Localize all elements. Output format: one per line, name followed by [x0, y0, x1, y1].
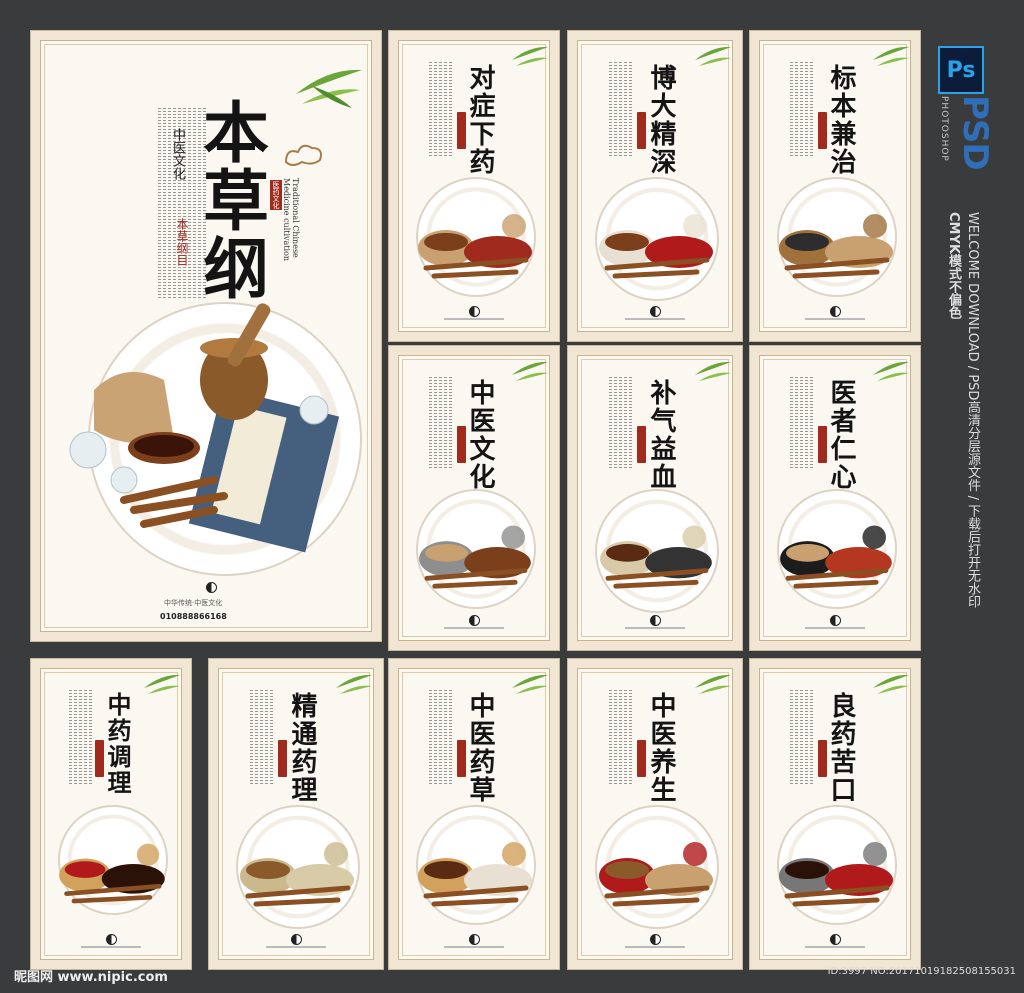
- poster-title: 医者仁心: [826, 379, 856, 491]
- poster-footer-line: [444, 946, 504, 948]
- poster-body-text: [609, 62, 632, 156]
- poster-body-text: [609, 690, 632, 784]
- poster-footer-line: [805, 318, 865, 320]
- poster-seal: [278, 740, 287, 777]
- poster-footer-line: [81, 946, 141, 948]
- bamboo-leaf-icon: [512, 46, 548, 66]
- poster-footer-line: [266, 946, 326, 948]
- bamboo-leaf-icon: [873, 361, 909, 381]
- bamboo-leaf-icon: [695, 46, 731, 66]
- main-series-label: 中医文化: [170, 128, 185, 180]
- herb-illustration: [599, 842, 713, 907]
- poster-body-text: [69, 690, 92, 784]
- poster-body-text: [250, 690, 273, 784]
- bamboo-leaf-icon: [336, 674, 372, 694]
- poster-card: 博大精深: [567, 30, 743, 342]
- poster-card: 精通药理: [208, 658, 384, 970]
- poster-body-text: [429, 62, 452, 156]
- cloud-ornament-icon: [284, 144, 322, 166]
- poster-card: 医者仁心: [749, 345, 921, 651]
- herb-illustration: [419, 525, 531, 589]
- bamboo-leaf-icon: [296, 69, 362, 108]
- bamboo-leaf-icon: [512, 361, 548, 381]
- poster-body-text: [429, 690, 452, 784]
- herb-still-life-illustration: [69, 303, 340, 553]
- yin-yang-icon: [106, 934, 117, 945]
- poster-seal: [637, 426, 646, 463]
- herb-illustration: [780, 525, 892, 589]
- poster-footer-line: [805, 946, 865, 948]
- poster-card: 中医养生: [567, 658, 743, 970]
- bamboo-leaf-icon: [695, 674, 731, 694]
- main-footer-brand: 中华传统·中医文化: [164, 599, 223, 607]
- poster-footer-line: [625, 627, 685, 629]
- yin-yang-icon: [469, 615, 480, 626]
- poster-body-text: [790, 690, 813, 784]
- yin-yang-icon: [291, 934, 302, 945]
- yin-yang-icon: [830, 615, 841, 626]
- yin-yang-icon: [469, 934, 480, 945]
- photoshop-logo-icon: Ps: [938, 46, 984, 94]
- herb-illustration: [59, 843, 165, 904]
- bamboo-leaf-icon: [695, 361, 731, 381]
- poster-card: 对症下药: [388, 30, 560, 342]
- welcome-text: WELCOME DOWNLOAD / PSD高清分层源文件 / 下载后打开无水印: [965, 212, 980, 609]
- herb-illustration: [599, 214, 713, 279]
- poster-title: 博大精深: [646, 64, 676, 176]
- poster-card: 补气益血: [567, 345, 743, 651]
- poster-body-text: [429, 377, 452, 469]
- yin-yang-icon: [469, 306, 480, 317]
- photoshop-label: PHOTOSHOP: [939, 96, 949, 162]
- poster-title: 良药苦口: [826, 692, 856, 804]
- bamboo-leaf-icon: [512, 674, 548, 694]
- main-poster: 中医文化 本草纲目 本草纲目 医药文化 Traditional Chinese …: [30, 30, 382, 642]
- poster-title: 中医养生: [646, 692, 676, 804]
- yin-yang-icon: [650, 934, 661, 945]
- yin-yang-icon: [830, 934, 841, 945]
- poster-title: 标本兼治: [826, 64, 856, 176]
- poster-card: 中药调理: [30, 658, 192, 970]
- poster-title: 补气益血: [646, 379, 676, 491]
- poster-body-text: [609, 377, 632, 469]
- poster-title: 对症下药: [465, 64, 495, 176]
- main-red-seal: 医药文化: [270, 180, 282, 210]
- image-id: ID:3997 NO:20171019182508155031: [827, 966, 1016, 977]
- yin-yang-icon: [830, 306, 841, 317]
- bamboo-leaf-icon: [873, 46, 909, 66]
- herb-illustration: [600, 525, 712, 589]
- poster-footer-line: [625, 318, 685, 320]
- poster-seal: [637, 740, 646, 777]
- cmyk-text: CMYK模式不偏色: [946, 212, 961, 319]
- poster-footer-line: [444, 627, 504, 629]
- psd-label: PSD: [955, 95, 995, 170]
- main-seal-vertical: 本草纲目: [175, 218, 189, 266]
- yin-yang-icon: [650, 615, 661, 626]
- poster-title: 中医文化: [465, 379, 495, 491]
- main-english: Traditional Chinese Medicine cultivation: [282, 178, 300, 262]
- herb-illustration: [779, 214, 893, 279]
- bamboo-leaf-icon: [873, 674, 909, 694]
- poster-title: 中医药草: [465, 692, 495, 804]
- site-watermark: 昵图网 www.nipic.com: [14, 970, 168, 985]
- poster-card: 标本兼治: [749, 30, 921, 342]
- main-phone: 010888866168: [160, 612, 227, 621]
- yin-yang-icon: [206, 582, 217, 593]
- poster-body-text: [790, 62, 813, 156]
- poster-footer-line: [444, 318, 504, 320]
- poster-body-text: [790, 377, 813, 469]
- herb-illustration: [240, 842, 354, 907]
- bamboo-leaf-icon: [144, 674, 180, 694]
- poster-title: 中药调理: [103, 692, 132, 796]
- yin-yang-icon: [650, 306, 661, 317]
- poster-footer-line: [805, 627, 865, 629]
- herb-illustration: [418, 842, 532, 907]
- herb-illustration: [779, 842, 893, 907]
- herb-illustration: [418, 214, 532, 279]
- poster-card: 中医文化: [388, 345, 560, 651]
- poster-footer-line: [625, 946, 685, 948]
- poster-seal: [637, 112, 646, 149]
- poster-card: 中医药草: [388, 658, 560, 970]
- poster-card: 良药苦口: [749, 658, 921, 970]
- poster-title: 精通药理: [287, 692, 317, 804]
